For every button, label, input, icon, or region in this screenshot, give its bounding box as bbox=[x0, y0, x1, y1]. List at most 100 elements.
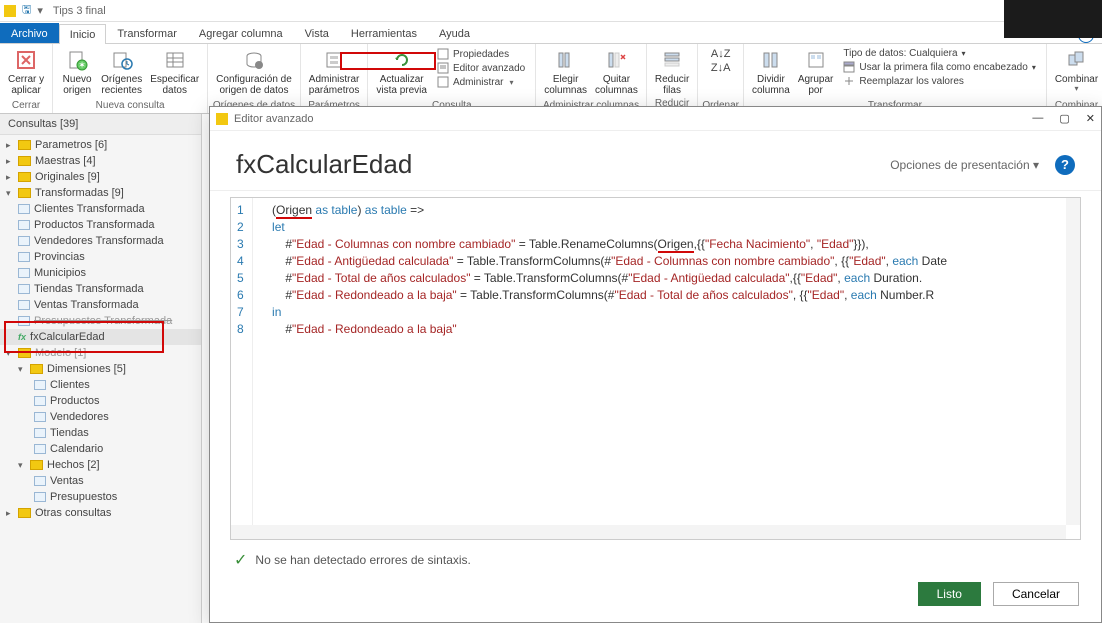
folder-item[interactable]: ▸Otras consultas bbox=[0, 505, 201, 521]
refresh-preview-button[interactable]: Actualizar vista previa bbox=[372, 46, 431, 98]
query-item[interactable]: Ventas bbox=[0, 473, 201, 489]
adv-close-button[interactable]: ✕ bbox=[1086, 112, 1095, 125]
chevron-down-icon: ▾ bbox=[510, 78, 514, 87]
tab-vista[interactable]: Vista bbox=[294, 23, 340, 43]
app-logo-icon bbox=[4, 5, 16, 17]
data-type-item[interactable]: Tipo de datos: Cualquiera▾ bbox=[843, 48, 1035, 59]
folder-icon bbox=[18, 140, 31, 150]
group-combinar: Combinar▾ Combinar bbox=[1047, 44, 1102, 113]
queries-tree[interactable]: ▸ Parametros [6] ▸Maestras [4]▸Originales … bbox=[0, 135, 201, 531]
display-options-dropdown[interactable]: Opciones de presentación ▾ bbox=[890, 158, 1039, 172]
qat-dropdown-icon[interactable]: ▾ bbox=[37, 4, 43, 17]
tab-herramientas[interactable]: Herramientas bbox=[340, 23, 428, 43]
expand-toggle-icon[interactable]: ▸ bbox=[6, 140, 14, 151]
query-item[interactable]: Vendedores Transformada bbox=[0, 233, 201, 249]
expand-toggle-icon[interactable]: ▸ bbox=[6, 172, 14, 183]
group-ordenar: A↓Z Z↓A Ordenar bbox=[698, 44, 744, 113]
split-column-button[interactable]: Dividir columna bbox=[748, 46, 794, 98]
folder-item[interactable]: ▾ Hechos [2] bbox=[0, 457, 201, 473]
manage-params-icon bbox=[322, 48, 346, 72]
close-apply-button[interactable]: Cerrar y aplicar bbox=[4, 46, 48, 98]
folder-item[interactable]: ▾Modelo [1] bbox=[0, 345, 201, 361]
choose-columns-button[interactable]: Elegir columnas bbox=[540, 46, 591, 98]
vertical-scrollbar[interactable] bbox=[1066, 198, 1080, 525]
quick-access-toolbar: 🖫 ▾ bbox=[4, 1, 43, 20]
manage-item[interactable]: Administrar▾ bbox=[437, 76, 525, 88]
app-logo-icon bbox=[216, 113, 228, 125]
display-options-label: Opciones de presentación bbox=[890, 158, 1029, 172]
advanced-editor-icon bbox=[437, 62, 449, 74]
tree-item-label: Parametros [6] bbox=[35, 139, 107, 151]
tree-item-label: Hechos [2] bbox=[47, 459, 100, 471]
adv-window-title: Editor avanzado bbox=[234, 113, 314, 125]
query-item[interactable]: Tiendas Transformada bbox=[0, 281, 201, 297]
remove-columns-button[interactable]: Quitar columnas bbox=[591, 46, 642, 98]
query-item[interactable]: Tiendas bbox=[0, 425, 201, 441]
expand-toggle-icon[interactable]: ▾ bbox=[18, 364, 26, 375]
query-item[interactable]: Productos Transformada bbox=[0, 217, 201, 233]
tab-transformar[interactable]: Transformar bbox=[106, 23, 188, 43]
adv-help-icon[interactable]: ? bbox=[1055, 155, 1075, 175]
code-content[interactable]: (Origen as table) as table => let #"Edad… bbox=[253, 198, 1080, 539]
adv-maximize-button[interactable]: ▢ bbox=[1059, 112, 1069, 125]
close-apply-icon bbox=[14, 48, 38, 72]
query-item[interactable]: fxfxCalcularEdad bbox=[0, 329, 201, 345]
group-by-icon bbox=[804, 48, 828, 72]
tab-file[interactable]: Archivo bbox=[0, 23, 59, 43]
adv-minimize-button[interactable]: — bbox=[1032, 112, 1043, 125]
refresh-preview-label: Actualizar vista previa bbox=[376, 74, 427, 96]
group-consulta: Actualizar vista previa Propiedades Edit… bbox=[368, 44, 536, 113]
query-item[interactable]: Calendario bbox=[0, 441, 201, 457]
folder-item[interactable]: ▸Originales [9] bbox=[0, 169, 201, 185]
reduce-rows-button[interactable]: Reducir filas bbox=[651, 46, 693, 98]
code-editor[interactable]: 12345678 (Origen as table) as table => l… bbox=[230, 197, 1081, 540]
query-item[interactable]: Clientes bbox=[0, 377, 201, 393]
tab-inicio[interactable]: Inicio bbox=[59, 24, 107, 44]
first-row-header-item[interactable]: Usar la primera fila como encabezado▾ bbox=[843, 61, 1035, 73]
group-transformar: Dividir columna Agrupar por Tipo de dato… bbox=[744, 44, 1047, 113]
expand-toggle-icon[interactable]: ▸ bbox=[6, 156, 14, 167]
expand-toggle-icon[interactable]: ▾ bbox=[6, 348, 14, 359]
first-row-icon bbox=[843, 61, 855, 73]
manage-params-button[interactable]: Administrar parámetros bbox=[305, 46, 364, 98]
query-item[interactable]: Provincias bbox=[0, 249, 201, 265]
enter-data-button[interactable]: Especificar datos bbox=[146, 46, 203, 98]
folder-item[interactable]: ▾Transformadas [9] bbox=[0, 185, 201, 201]
folder-item[interactable]: ▸ Parametros [6] bbox=[0, 137, 201, 153]
save-icon[interactable]: 🖫 bbox=[22, 1, 31, 20]
combine-button[interactable]: Combinar▾ bbox=[1051, 46, 1102, 96]
expand-toggle-icon[interactable]: ▾ bbox=[18, 460, 26, 471]
queries-header: Consultas [39] bbox=[0, 114, 201, 135]
query-item[interactable]: Presupuestos bbox=[0, 489, 201, 505]
group-by-label: Agrupar por bbox=[798, 74, 834, 96]
query-item[interactable]: Ventas Transformada bbox=[0, 297, 201, 313]
replace-values-item[interactable]: Reemplazar los valores bbox=[843, 75, 1035, 87]
query-item[interactable]: Presupuestos Transformada bbox=[0, 313, 201, 329]
recent-sources-button[interactable]: Orígenes recientes bbox=[97, 46, 146, 98]
properties-item[interactable]: Propiedades bbox=[437, 48, 525, 60]
cancel-button[interactable]: Cancelar bbox=[993, 582, 1079, 606]
folder-item[interactable]: ▸Maestras [4] bbox=[0, 153, 201, 169]
adv-header: fxCalcularEdad Opciones de presentación … bbox=[210, 131, 1101, 191]
query-item[interactable]: Productos bbox=[0, 393, 201, 409]
advanced-editor-item[interactable]: Editor avanzado bbox=[437, 62, 525, 74]
expand-toggle-icon[interactable]: ▾ bbox=[6, 188, 14, 199]
query-item[interactable]: Clientes Transformada bbox=[0, 201, 201, 217]
sort-asc-button[interactable]: A↓Z bbox=[711, 48, 731, 60]
query-item[interactable]: Vendedores bbox=[0, 409, 201, 425]
new-source-button[interactable]: ✶Nuevo origen bbox=[57, 46, 97, 98]
group-by-button[interactable]: Agrupar por bbox=[794, 46, 838, 98]
query-item[interactable]: Municipios bbox=[0, 265, 201, 281]
expand-toggle-icon[interactable]: ▸ bbox=[6, 508, 14, 519]
group-cerrar: Cerrar y aplicar Cerrar bbox=[0, 44, 53, 113]
horizontal-scrollbar[interactable] bbox=[231, 525, 1066, 539]
sort-desc-button[interactable]: Z↓A bbox=[711, 62, 731, 74]
data-source-settings-button[interactable]: Configuración de origen de datos bbox=[212, 46, 296, 98]
folder-item[interactable]: ▾Dimensiones [5] bbox=[0, 361, 201, 377]
function-name-title: fxCalcularEdad bbox=[236, 149, 412, 180]
tab-ayuda[interactable]: Ayuda bbox=[428, 23, 481, 43]
ok-button[interactable]: Listo bbox=[918, 582, 981, 606]
tree-item-label: Ventas bbox=[50, 475, 84, 487]
tab-agregar-columna[interactable]: Agregar columna bbox=[188, 23, 294, 43]
group-nueva-label: Nueva consulta bbox=[96, 100, 165, 112]
